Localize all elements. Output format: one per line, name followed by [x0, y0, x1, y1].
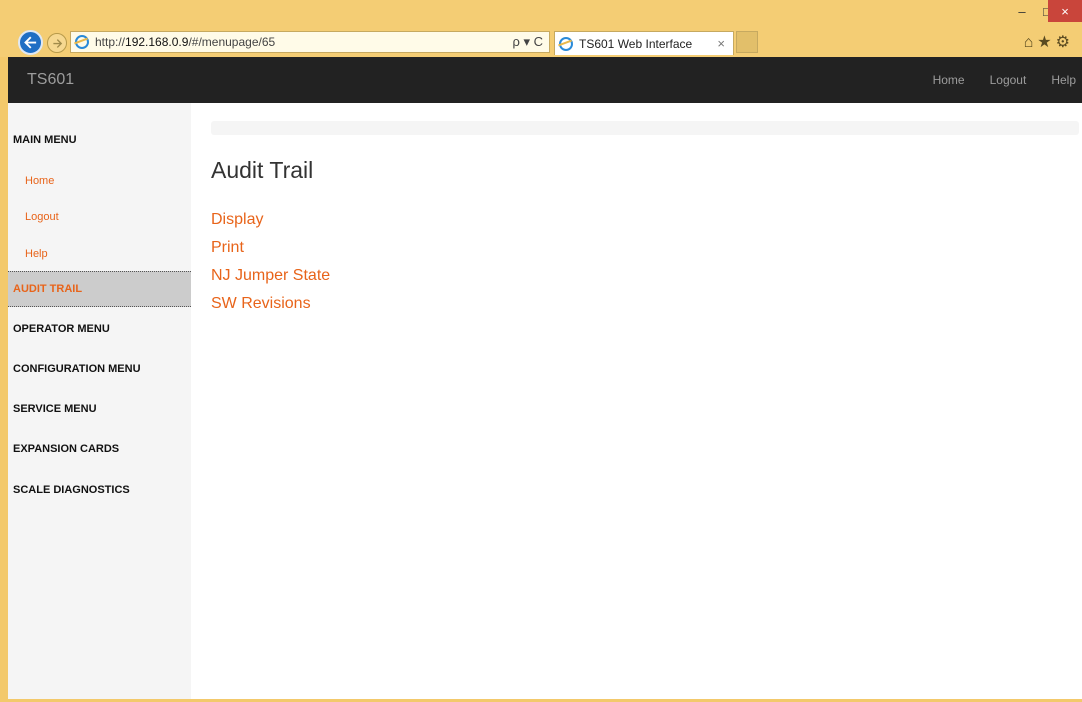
sidebar-item-configuration-menu[interactable]: CONFIGURATION MENU [8, 351, 191, 387]
audit-trail-links: Display Print NJ Jumper State SW Revisio… [211, 206, 330, 318]
close-window-icon[interactable]: × [1048, 0, 1082, 22]
page-title: Audit Trail [211, 157, 314, 183]
new-tab-button[interactable] [736, 31, 758, 53]
tab-close-icon[interactable]: × [717, 36, 725, 51]
app-navbar: TS601 Home Logout Help [8, 57, 1082, 103]
page-body: MAIN MENU Home Logout Help AUDIT TRAIL O… [8, 103, 1082, 699]
url-path: /#/menupage/65 [188, 35, 276, 49]
url-host: 192.168.0.9 [125, 35, 189, 49]
tab-title: TS601 Web Interface [579, 36, 693, 51]
tab-ie-icon [559, 36, 573, 51]
sidebar-item-audit-trail[interactable]: AUDIT TRAIL [8, 271, 191, 307]
search-refresh-icons[interactable]: ρ ▾ C [512, 34, 543, 50]
back-arrow-icon [24, 36, 37, 49]
back-button[interactable] [18, 30, 43, 55]
address-bar[interactable]: http://192.168.0.9/#/menupage/65 ρ ▾ C [70, 31, 550, 53]
sidebar-item-operator-menu[interactable]: OPERATOR MENU [8, 311, 191, 347]
browser-chrome: http://192.168.0.9/#/menupage/65 ρ ▾ C T… [0, 0, 1082, 57]
top-nav: Home Logout Help [933, 57, 1082, 103]
link-display[interactable]: Display [211, 206, 330, 234]
link-nj-jumper-state[interactable]: NJ Jumper State [211, 262, 330, 290]
sidebar-heading-main-menu[interactable]: MAIN MENU [8, 122, 191, 158]
sidebar-item-logout[interactable]: Logout [8, 199, 191, 235]
sidebar: MAIN MENU Home Logout Help AUDIT TRAIL O… [8, 103, 191, 699]
breadcrumb [211, 121, 1079, 135]
nav-logout-link[interactable]: Logout [990, 73, 1027, 87]
brand-title[interactable]: TS601 [27, 71, 74, 89]
sidebar-item-service-menu[interactable]: SERVICE MENU [8, 391, 191, 427]
sidebar-item-help[interactable]: Help [8, 236, 191, 272]
home-favorites-settings-icons[interactable]: ⌂★⚙ [1024, 32, 1074, 52]
nav-help-link[interactable]: Help [1051, 73, 1076, 87]
minimize-icon[interactable]: – [1010, 0, 1034, 22]
forward-button[interactable] [47, 33, 67, 53]
ie-page-icon [75, 35, 89, 49]
link-print[interactable]: Print [211, 234, 330, 262]
sidebar-item-expansion-cards[interactable]: EXPANSION CARDS [8, 431, 191, 467]
nav-home-link[interactable]: Home [933, 73, 965, 87]
forward-arrow-icon [52, 38, 62, 48]
sidebar-item-scale-diagnostics[interactable]: SCALE DIAGNOSTICS [8, 472, 191, 508]
url-prefix: http:// [95, 35, 126, 49]
sidebar-item-home[interactable]: Home [8, 163, 191, 199]
browser-tab[interactable]: TS601 Web Interface × [554, 31, 734, 55]
link-sw-revisions[interactable]: SW Revisions [211, 290, 330, 318]
